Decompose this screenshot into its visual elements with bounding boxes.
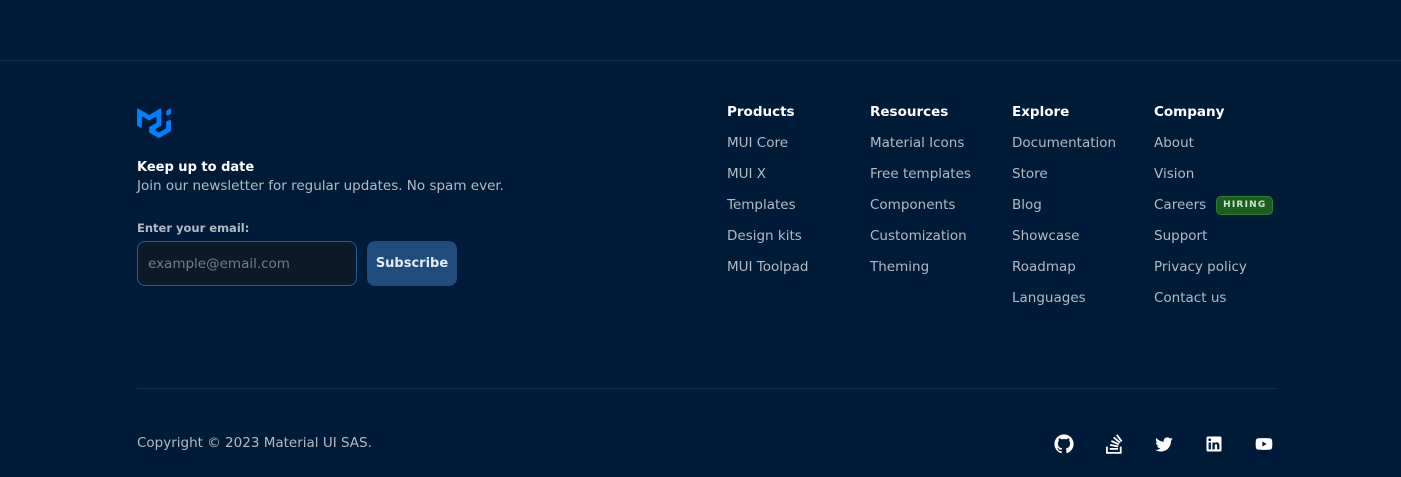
newsletter-section: Keep up to date Join our newsletter for …: [137, 107, 537, 286]
link-blog[interactable]: Blog: [1012, 195, 1116, 215]
link-free-templates[interactable]: Free templates: [870, 164, 971, 184]
link-support[interactable]: Support: [1154, 226, 1273, 246]
subscribe-button[interactable]: Subscribe: [367, 241, 457, 286]
copyright-text: Copyright © 2023 Material UI SAS.: [137, 435, 372, 451]
mui-logo-link[interactable]: [137, 107, 537, 139]
products-column: Products MUI Core MUI X Templates Design…: [727, 102, 808, 277]
company-column: Company About Vision Careers HIRING Supp…: [1154, 102, 1274, 308]
link-roadmap[interactable]: Roadmap: [1012, 257, 1116, 277]
twitter-icon: [1155, 437, 1173, 452]
link-vision[interactable]: Vision: [1154, 164, 1273, 184]
stackoverflow-link[interactable]: [1096, 428, 1132, 460]
resources-column: Resources Material Icons Free templates …: [870, 102, 971, 277]
link-mui-toolpad[interactable]: MUI Toolpad: [727, 257, 808, 277]
link-design-kits[interactable]: Design kits: [727, 226, 808, 246]
newsletter-description: Join our newsletter for regular updates.…: [137, 178, 504, 194]
link-careers-label: Careers: [1154, 197, 1207, 213]
newsletter-title: Keep up to date: [137, 160, 255, 175]
column-title-resources: Resources: [870, 104, 949, 120]
social-links: [1046, 428, 1282, 460]
linkedin-icon: [1206, 436, 1222, 452]
link-showcase[interactable]: Showcase: [1012, 226, 1116, 246]
stackoverflow-icon: [1106, 434, 1123, 454]
email-label: Enter your email:: [137, 221, 250, 235]
link-customization[interactable]: Customization: [870, 226, 971, 246]
twitter-link[interactable]: [1146, 428, 1182, 460]
link-contact-us[interactable]: Contact us: [1154, 288, 1273, 308]
youtube-link[interactable]: [1246, 428, 1282, 460]
link-store[interactable]: Store: [1012, 164, 1116, 184]
github-icon: [1054, 434, 1074, 454]
link-material-icons[interactable]: Material Icons: [870, 133, 971, 153]
link-mui-core[interactable]: MUI Core: [727, 133, 808, 153]
mui-logo-icon: [137, 108, 171, 138]
column-title-explore: Explore: [1012, 104, 1070, 120]
link-languages[interactable]: Languages: [1012, 288, 1116, 308]
newsletter-form: Subscribe: [137, 241, 537, 286]
github-link[interactable]: [1046, 428, 1082, 460]
top-divider: [0, 60, 1401, 61]
link-about[interactable]: About: [1154, 133, 1273, 153]
column-title-company: Company: [1154, 104, 1225, 120]
bottom-divider: [137, 388, 1277, 389]
linkedin-link[interactable]: [1196, 428, 1232, 460]
column-title-products: Products: [727, 104, 795, 120]
hiring-badge: HIRING: [1216, 195, 1274, 215]
email-input[interactable]: [137, 241, 357, 286]
link-documentation[interactable]: Documentation: [1012, 133, 1116, 153]
link-theming[interactable]: Theming: [870, 257, 971, 277]
link-components[interactable]: Components: [870, 195, 971, 215]
link-templates[interactable]: Templates: [727, 195, 808, 215]
link-careers[interactable]: Careers HIRING: [1154, 195, 1274, 215]
explore-column: Explore Documentation Store Blog Showcas…: [1012, 102, 1116, 308]
youtube-icon: [1255, 438, 1273, 450]
link-mui-x[interactable]: MUI X: [727, 164, 808, 184]
link-privacy-policy[interactable]: Privacy policy: [1154, 257, 1273, 277]
